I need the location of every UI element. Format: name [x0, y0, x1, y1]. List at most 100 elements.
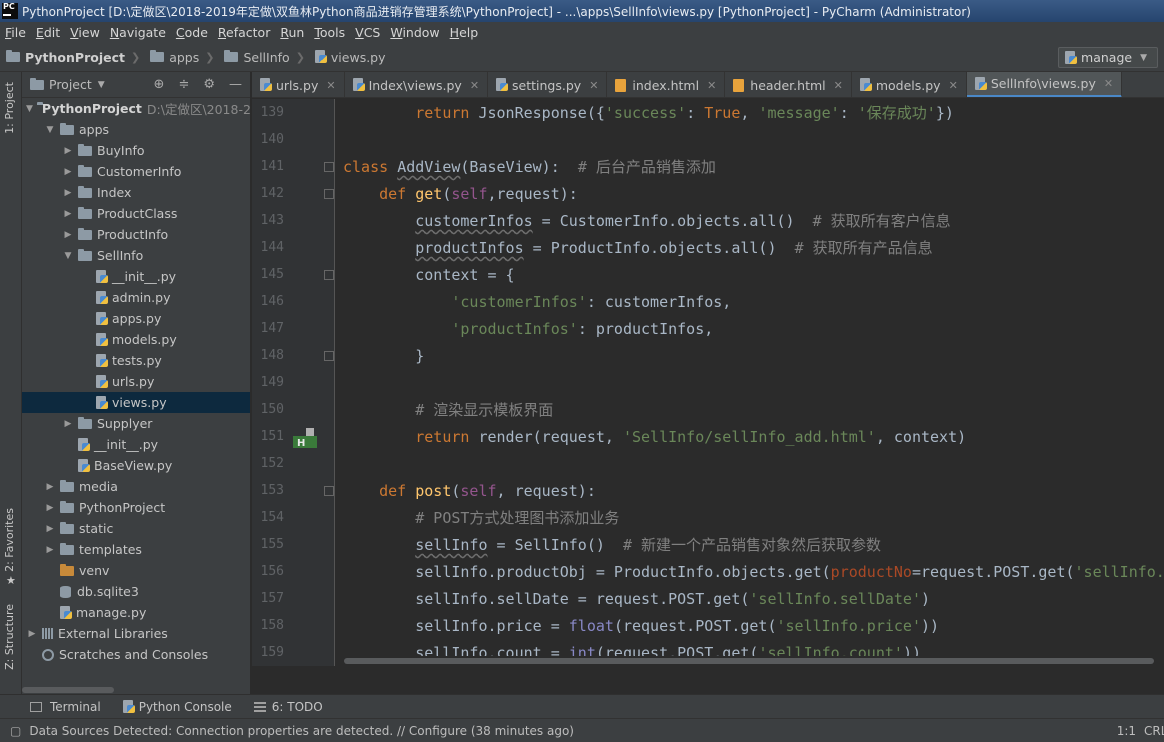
chevron-down-icon[interactable]: ▼	[44, 125, 56, 135]
chevron-right-icon[interactable]: ▶	[44, 482, 56, 492]
todo-tool-button[interactable]: 6: TODO	[253, 700, 323, 714]
override-marker-icon[interactable]: H	[292, 427, 317, 449]
code-line: def get(self,request):	[343, 181, 578, 208]
tree-item-venv[interactable]: venv	[22, 560, 250, 581]
menu-file[interactable]: File	[0, 25, 31, 40]
menu-navigate[interactable]: Navigate	[105, 25, 171, 40]
chevron-right-icon[interactable]: ▶	[62, 209, 74, 219]
breadcrumb-sellinfo[interactable]: SellInfo ❯	[218, 50, 308, 65]
tree-item-views-py[interactable]: views.py	[22, 392, 250, 413]
close-icon[interactable]: ✕	[1104, 77, 1113, 90]
tree-item-templates[interactable]: ▶ templates	[22, 539, 250, 560]
chevron-right-icon[interactable]: ▶	[62, 146, 74, 156]
project-horizontal-scrollbar[interactable]	[22, 685, 250, 694]
run-configuration-select[interactable]: manage ▼	[1058, 47, 1158, 68]
menu-edit[interactable]: Edit	[31, 25, 65, 40]
hide-icon[interactable]: —	[229, 77, 242, 92]
chevron-right-icon[interactable]: ▶	[44, 503, 56, 513]
breadcrumb-file[interactable]: views.py	[309, 50, 390, 65]
tree-item-supplyer[interactable]: ▶ Supplyer	[22, 413, 250, 434]
tree-item-manage-py[interactable]: manage.py	[22, 602, 250, 623]
tree-item-init-py[interactable]: __init__.py	[22, 434, 250, 455]
close-icon[interactable]: ✕	[707, 79, 716, 92]
tree-item-label: models.py	[112, 332, 177, 347]
chevron-right-icon[interactable]: ▶	[26, 629, 38, 639]
tree-item-pythonproject[interactable]: ▶ PythonProject	[22, 497, 250, 518]
close-icon[interactable]: ✕	[589, 79, 598, 92]
close-icon[interactable]: ✕	[834, 79, 843, 92]
project-tool-tab[interactable]: 1: Project	[3, 82, 16, 134]
tree-item-buyinfo[interactable]: ▶ BuyInfo	[22, 140, 250, 161]
editor-tab-header-html[interactable]: header.html ✕	[725, 72, 852, 97]
tree-item-tests-py[interactable]: tests.py	[22, 350, 250, 371]
tree-item-static[interactable]: ▶ static	[22, 518, 250, 539]
fold-marker-icon[interactable]	[324, 270, 334, 280]
chevron-right-icon[interactable]: ▶	[62, 230, 74, 240]
chevron-down-icon[interactable]: ▼	[98, 80, 105, 90]
chevron-right-icon[interactable]: ▶	[62, 188, 74, 198]
tree-item-baseview-py[interactable]: BaseView.py	[22, 455, 250, 476]
line-separator[interactable]: CRLF	[1144, 724, 1164, 738]
close-icon[interactable]: ✕	[949, 79, 958, 92]
code-editor[interactable]: return JsonResponse({'success': True, 'm…	[336, 99, 1164, 666]
tree-item-db-sqlite3[interactable]: db.sqlite3	[22, 581, 250, 602]
tree-item-init-py[interactable]: __init__.py	[22, 266, 250, 287]
tree-item-models-py[interactable]: models.py	[22, 329, 250, 350]
menu-run[interactable]: Run	[275, 25, 309, 40]
tree-item-sellinfo[interactable]: ▼ SellInfo	[22, 245, 250, 266]
tree-item-apps[interactable]: ▼ apps	[22, 119, 250, 140]
collapse-all-icon[interactable]: ≑	[178, 77, 189, 92]
chevron-down-icon[interactable]: ▼	[62, 251, 74, 261]
editor-tab-models-py[interactable]: models.py ✕	[852, 72, 967, 97]
favorites-tool-tab[interactable]: 2: Favorites	[3, 508, 16, 572]
chevron-right-icon[interactable]: ▶	[62, 167, 74, 177]
editor-horizontal-scrollbar[interactable]	[336, 656, 1164, 666]
tree-item-productinfo[interactable]: ▶ ProductInfo	[22, 224, 250, 245]
locate-icon[interactable]: ⊕	[154, 77, 165, 92]
close-icon[interactable]: ✕	[470, 79, 479, 92]
chevron-down-icon[interactable]: ▼	[26, 104, 33, 114]
fold-marker-icon[interactable]	[324, 351, 334, 361]
chevron-right-icon[interactable]: ▶	[44, 524, 56, 534]
editor-tab-urls-py[interactable]: urls.py ✕	[252, 72, 345, 97]
chevron-right-icon[interactable]: ▶	[62, 419, 74, 429]
caret-position[interactable]: 1:1	[1117, 724, 1136, 738]
fold-marker-icon[interactable]	[324, 486, 334, 496]
tree-item-admin-py[interactable]: admin.py	[22, 287, 250, 308]
tree-item-urls-py[interactable]: urls.py	[22, 371, 250, 392]
menu-code[interactable]: Code	[171, 25, 213, 40]
menu-window[interactable]: Window	[385, 25, 444, 40]
menu-help[interactable]: Help	[445, 25, 484, 40]
line-number: 148	[260, 348, 284, 363]
tree-item-index[interactable]: ▶ Index	[22, 182, 250, 203]
project-view-selector[interactable]: Project	[49, 77, 92, 92]
editor-tab-index-html[interactable]: index.html ✕	[607, 72, 726, 97]
menu-refactor[interactable]: Refactor	[213, 25, 275, 40]
menu-vcs[interactable]: VCS	[350, 25, 385, 40]
fold-marker-icon[interactable]	[324, 189, 334, 199]
tree-item-productclass[interactable]: ▶ ProductClass	[22, 203, 250, 224]
tree-item-apps-py[interactable]: apps.py	[22, 308, 250, 329]
python-console-tool-button[interactable]: Python Console	[122, 699, 232, 714]
tree-item-scratches-and-consoles[interactable]: Scratches and Consoles	[22, 644, 250, 665]
tree-item-external-libraries[interactable]: ▶ External Libraries	[22, 623, 250, 644]
menu-tools[interactable]: Tools	[309, 25, 350, 40]
structure-tool-tab[interactable]: Z: Structure	[3, 604, 16, 670]
editor-tab-index-views-py[interactable]: Index\views.py ✕	[345, 72, 489, 97]
breadcrumb-project[interactable]: PythonProject ❯	[0, 50, 144, 65]
tree-item-pythonproject[interactable]: ▼ PythonProject D:\定做区\2018-2	[22, 98, 250, 119]
breadcrumb-apps[interactable]: apps ❯	[144, 50, 218, 65]
editor-tab-sellinfo-views-py[interactable]: SellInfo\views.py ✕	[966, 72, 1123, 97]
close-icon[interactable]: ✕	[326, 79, 335, 92]
tree-item-customerinfo[interactable]: ▶ CustomerInfo	[22, 161, 250, 182]
editor-tab-settings-py[interactable]: settings.py ✕	[488, 72, 608, 97]
event-log-icon[interactable]: ▢	[10, 724, 21, 738]
tree-item-media[interactable]: ▶ media	[22, 476, 250, 497]
status-message[interactable]: Data Sources Detected: Connection proper…	[29, 724, 574, 738]
gear-icon[interactable]: ⚙	[203, 77, 215, 92]
terminal-tool-button[interactable]: Terminal	[30, 700, 101, 714]
code-line: sellInfo = SellInfo() # 新建一个产品销售对象然后获取参数	[343, 532, 881, 559]
menu-view[interactable]: View	[65, 25, 105, 40]
chevron-right-icon[interactable]: ▶	[44, 545, 56, 555]
fold-marker-icon[interactable]	[324, 162, 334, 172]
